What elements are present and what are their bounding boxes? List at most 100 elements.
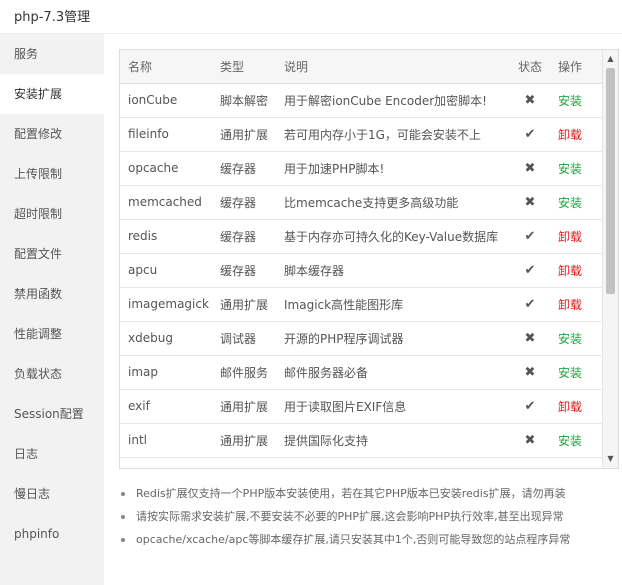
sidebar-item-config-edit[interactable]: 配置修改 [0,114,104,154]
uninstall-link[interactable]: 卸载 [550,253,604,288]
install-link[interactable]: 安装 [550,185,604,220]
uninstall-link[interactable]: 卸载 [550,219,604,254]
install-link[interactable]: 安装 [550,151,604,186]
sidebar-item-log[interactable]: 日志 [0,434,104,474]
table-scrollbar[interactable]: ▲ ▼ [602,50,618,468]
ext-desc: 脚本缓存器 [276,253,510,288]
ext-type [212,457,276,468]
table-row: imap 邮件服务 邮件服务器必备 ✖ 安装 [120,355,604,390]
ext-desc: Imagick高性能图形库 [276,287,510,322]
install-link [550,457,604,468]
status-not-installed-icon [510,457,550,468]
install-link[interactable]: 安装 [550,83,604,118]
notes-list: Redis扩展仅支持一个PHP版本安装使用，若在其它PHP版本已安装redis扩… [118,482,622,551]
ext-desc: 提供国际化支持 [276,423,510,458]
ext-desc: 邮件服务器必备 [276,355,510,390]
note-item: opcache/xcache/apc等脚本缓存扩展,请只安装其中1个,否则可能导… [118,528,622,551]
table-row: fileinfo 通用扩展 若可用内存小于1G，可能会安装不上 ✔ 卸载 [120,117,604,152]
ext-type: 通用扩展 [212,389,276,424]
status-installed-icon: ✔ [510,389,550,424]
status-not-installed-icon: ✖ [510,83,550,118]
sidebar-item-phpinfo[interactable]: phpinfo [0,514,104,554]
window-title: php-7.3管理 [14,10,91,25]
uninstall-link[interactable]: 卸载 [550,117,604,152]
note-item: 请按实际需求安装扩展,不要安装不必要的PHP扩展,这会影响PHP执行效率,甚至出… [118,505,622,528]
ext-type: 通用扩展 [212,423,276,458]
title-bar: php-7.3管理 [0,0,622,34]
status-not-installed-icon: ✖ [510,185,550,220]
ext-desc: 用于解密ionCube Encoder加密脚本! [276,83,510,118]
status-installed-icon: ✔ [510,253,550,288]
scroll-down-arrow-icon[interactable]: ▼ [603,452,618,466]
col-header-desc: 说明 [276,50,510,84]
scroll-thumb[interactable] [606,68,615,294]
sidebar-item-config-file[interactable]: 配置文件 [0,234,104,274]
ext-name: opcache [120,151,212,186]
ext-desc: 开源的PHP程序调试器 [276,321,510,356]
col-header-status: 状态 [510,50,550,84]
ext-name: exif [120,389,212,424]
ext-desc: 用于加速PHP脚本! [276,151,510,186]
ext-type: 脚本解密 [212,83,276,118]
extensions-table-container: 名称 类型 说明 状态 操作 ionCube 脚本解密 用于解密ionCube En… [119,49,619,469]
ext-type: 通用扩展 [212,117,276,152]
sidebar-item-load-status[interactable]: 负载状态 [0,354,104,394]
ext-name: ionCube [120,83,212,118]
ext-name: xdebug [120,321,212,356]
ext-type: 调试器 [212,321,276,356]
ext-type: 缓存器 [212,219,276,254]
table-row: exif 通用扩展 用于读取图片EXIF信息 ✔ 卸载 [120,389,604,424]
sidebar: 服务 安装扩展 配置修改 上传限制 超时限制 配置文件 禁用函数 性能调整 负载… [0,34,104,585]
sidebar-item-slow-log[interactable]: 慢日志 [0,474,104,514]
uninstall-link[interactable]: 卸载 [550,389,604,424]
main-panel: 名称 类型 说明 状态 操作 ionCube 脚本解密 用于解密ionCube En… [104,34,622,585]
table-row: imagemagick 通用扩展 Imagick高性能图形库 ✔ 卸载 [120,287,604,322]
col-header-name: 名称 [120,50,212,84]
sidebar-item-install-extensions[interactable]: 安装扩展 [0,74,104,114]
table-row: redis 缓存器 基于内存亦可持久化的Key-Value数据库 ✔ 卸载 [120,219,604,254]
ext-desc [276,457,510,468]
ext-desc: 比memcache支持更多高级功能 [276,185,510,220]
sidebar-item-session-config[interactable]: Session配置 [0,394,104,434]
ext-desc: 基于内存亦可持久化的Key-Value数据库 [276,219,510,254]
note-item: Redis扩展仅支持一个PHP版本安装使用，若在其它PHP版本已安装redis扩… [118,482,622,505]
status-not-installed-icon: ✖ [510,423,550,458]
col-header-action: 操作 [550,50,604,84]
sidebar-item-timeout-limit[interactable]: 超时限制 [0,194,104,234]
status-installed-icon: ✔ [510,117,550,152]
ext-desc: 用于读取图片EXIF信息 [276,389,510,424]
ext-type: 缓存器 [212,253,276,288]
table-row: intl 通用扩展 提供国际化支持 ✖ 安装 [120,423,604,458]
sidebar-item-disabled-functions[interactable]: 禁用函数 [0,274,104,314]
ext-name: redis [120,219,212,254]
uninstall-link[interactable]: 卸载 [550,287,604,322]
ext-type: 缓存器 [212,151,276,186]
ext-name: fileinfo [120,117,212,152]
col-header-type: 类型 [212,50,276,84]
ext-name: apcu [120,253,212,288]
extensions-table: 名称 类型 说明 状态 操作 ionCube 脚本解密 用于解密ionCube En… [120,50,604,468]
ext-name: imagemagick [120,287,212,322]
status-not-installed-icon: ✖ [510,151,550,186]
install-link[interactable]: 安装 [550,423,604,458]
scroll-up-arrow-icon[interactable]: ▲ [603,52,618,66]
install-link[interactable]: 安装 [550,355,604,390]
status-installed-icon: ✔ [510,287,550,322]
table-row: apcu 缓存器 脚本缓存器 ✔ 卸载 [120,253,604,288]
sidebar-item-performance[interactable]: 性能调整 [0,314,104,354]
sidebar-item-service[interactable]: 服务 [0,34,104,74]
ext-name [120,457,212,468]
ext-type: 通用扩展 [212,287,276,322]
table-row: opcache 缓存器 用于加速PHP脚本! ✖ 安装 [120,151,604,186]
ext-type: 缓存器 [212,185,276,220]
table-row: xdebug 调试器 开源的PHP程序调试器 ✖ 安装 [120,321,604,356]
status-not-installed-icon: ✖ [510,321,550,356]
table-row [120,457,604,468]
install-link[interactable]: 安装 [550,321,604,356]
table-row: ionCube 脚本解密 用于解密ionCube Encoder加密脚本! ✖ 安装 [120,83,604,118]
status-not-installed-icon: ✖ [510,355,550,390]
ext-name: imap [120,355,212,390]
sidebar-item-upload-limit[interactable]: 上传限制 [0,154,104,194]
status-installed-icon: ✔ [510,219,550,254]
table-header-row: 名称 类型 说明 状态 操作 [120,50,604,84]
